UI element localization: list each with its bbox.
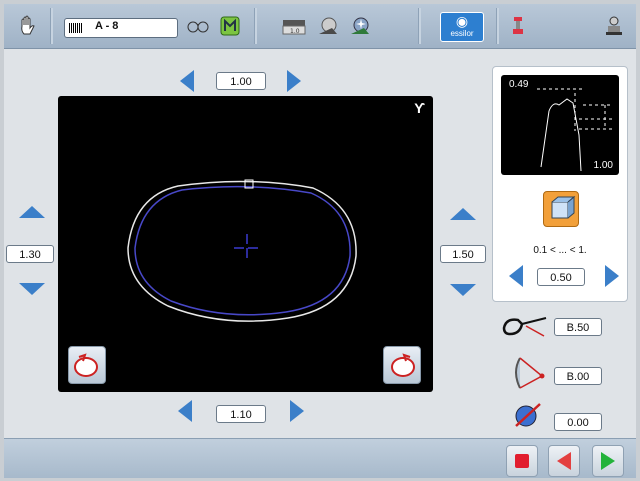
range-text: 0.1 < ... < 1. [533,245,587,256]
panel-increase-arrow[interactable] [605,265,619,287]
lens-star-icon[interactable] [346,12,374,40]
top-decrease-arrow[interactable] [180,70,194,92]
right-value-field[interactable]: 1.50 [440,245,486,263]
frame-glasses-icon [500,310,550,342]
bevel-profile-curve [540,98,582,172]
toolbar-separator [50,8,53,44]
panel-decrease-arrow[interactable] [509,265,523,287]
left-lens-button[interactable] [68,346,106,384]
hand-icon[interactable] [14,12,42,40]
right-increase-arrow[interactable] [450,208,476,220]
bottom-bar [4,438,636,478]
ruler-icon[interactable]: 1.0 [280,12,308,40]
left-value-field[interactable]: 1.30 [6,245,54,263]
back-button[interactable] [548,445,580,477]
angle-icon [512,398,544,430]
essilor-logo-icon: ◉ [455,13,469,29]
job-field[interactable]: A - 8 [64,18,178,38]
bevel-settings-panel: 0.49 1.00 0.1 < ... < 1. 0.50 [492,66,628,302]
left-decrease-arrow[interactable] [19,283,45,295]
forward-button[interactable] [592,445,624,477]
right-decrease-arrow[interactable] [450,284,476,296]
toolbar-separator [418,8,421,44]
bevel-type-button[interactable] [543,191,579,227]
top-value-field[interactable]: 1.00 [216,72,266,90]
bottom-value-field[interactable]: 1.10 [216,405,266,423]
spindle-icon[interactable] [504,12,532,40]
lens-orientation-icon: ϒ [414,100,425,116]
tilt-icon [508,352,548,392]
essilor-logo[interactable]: ◉ essilor [440,12,484,42]
job-label: A - 8 [95,20,119,32]
barcode-icon [69,23,83,33]
lens-display: ϒ [58,96,433,392]
lens-sphere-icon[interactable] [314,12,342,40]
essilor-label: essilor [450,29,474,38]
angle-value-field[interactable]: 0.00 [554,413,602,431]
panel-value-field[interactable]: 0.50 [537,268,585,286]
bottom-decrease-arrow[interactable] [178,400,192,422]
right-lens-button[interactable] [383,346,421,384]
toolbar-separator [496,8,499,44]
tilt-value-field[interactable]: B.00 [554,367,602,385]
top-toolbar: A - 8 1.0 ◉ essilor [4,4,636,49]
stop-button[interactable] [506,445,538,477]
top-increase-arrow[interactable] [287,70,301,92]
bevel-profile-preview: 0.49 1.00 [501,75,619,175]
operator-icon[interactable] [600,12,628,40]
lens-outline-inner [134,185,351,316]
toolbar-separator [254,8,257,44]
frame-shape-icon[interactable] [216,12,244,40]
frame-value-field[interactable]: B.50 [554,318,602,336]
svg-text:1.0: 1.0 [290,28,300,35]
left-increase-arrow[interactable] [19,206,45,218]
bottom-increase-arrow[interactable] [290,400,304,422]
glasses-icon[interactable] [184,12,212,40]
